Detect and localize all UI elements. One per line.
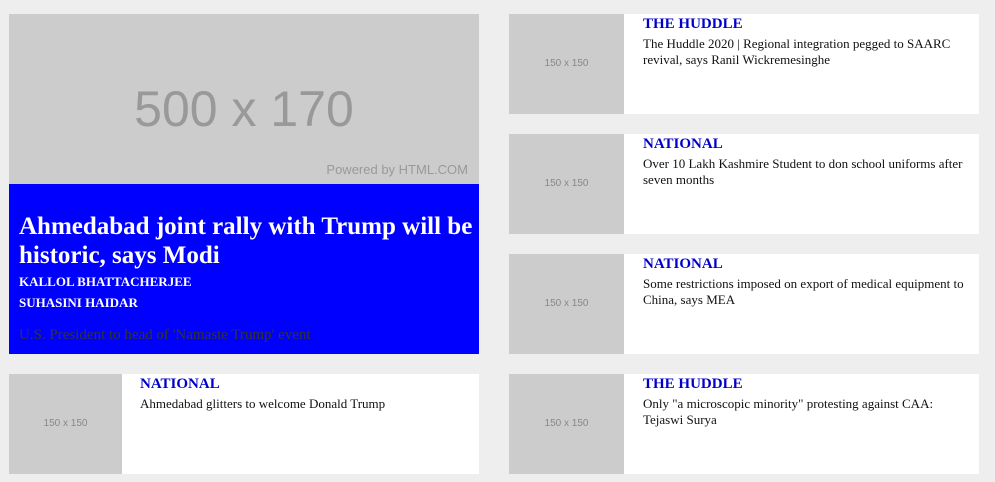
thumbnail-size-label: 150 x 150 xyxy=(544,298,589,309)
story-category-link[interactable]: NATIONAL xyxy=(643,136,723,153)
story-category-link[interactable]: THE HUDDLE xyxy=(643,16,743,33)
story-thumbnail[interactable]: 150 x 150 xyxy=(9,374,122,474)
story-thumbnail[interactable]: 150 x 150 xyxy=(509,134,624,234)
story-category-link[interactable]: NATIONAL xyxy=(140,376,220,393)
story-thumbnail[interactable]: 150 x 150 xyxy=(509,374,624,474)
story-card[interactable]: 150 x 150 THE HUDDLE Only "a microscopic… xyxy=(509,374,979,474)
thumbnail-size-label: 150 x 150 xyxy=(544,58,589,69)
story-headline-link[interactable]: Only "a microscopic minority" protesting… xyxy=(643,396,968,428)
story-headline-link[interactable]: Ahmedabad glitters to welcome Donald Tru… xyxy=(140,396,465,412)
story-headline-link[interactable]: The Huddle 2020 | Regional integration p… xyxy=(643,36,968,68)
thumbnail-size-label: 150 x 150 xyxy=(43,418,88,429)
story-headline-link[interactable]: Some restrictions imposed on export of m… xyxy=(643,276,968,308)
thumbnail-size-label: 150 x 150 xyxy=(544,178,589,189)
story-category-link[interactable]: NATIONAL xyxy=(643,256,723,273)
featured-author-link[interactable]: KALLOL BHATTACHERJEE xyxy=(19,274,192,290)
featured-image-size-label: 500 x 170 xyxy=(134,81,354,137)
featured-image-placeholder[interactable]: 500 x 170 Powered by HTML.COM xyxy=(9,14,479,184)
featured-author-link[interactable]: SUHASINI HAIDAR xyxy=(19,295,138,311)
story-thumbnail[interactable]: 150 x 150 xyxy=(509,254,624,354)
featured-headline-link[interactable]: Ahmedabad joint rally with Trump will be… xyxy=(19,212,479,270)
thumbnail-size-label: 150 x 150 xyxy=(544,418,589,429)
featured-summary: U.S. President to head of 'Namaste Trump… xyxy=(19,327,311,343)
story-category-link[interactable]: THE HUDDLE xyxy=(643,376,743,393)
story-thumbnail[interactable]: 150 x 150 xyxy=(509,14,624,114)
featured-story-card[interactable]: 500 x 170 Powered by HTML.COM Ahmedabad … xyxy=(9,14,479,354)
story-headline-link[interactable]: Over 10 Lakh Kashmire Student to don sch… xyxy=(643,156,968,188)
story-card[interactable]: 150 x 150 NATIONAL Some restrictions imp… xyxy=(509,254,979,354)
story-card[interactable]: 150 x 150 NATIONAL Ahmedabad glitters to… xyxy=(9,374,479,474)
story-card[interactable]: 150 x 150 NATIONAL Over 10 Lakh Kashmire… xyxy=(509,134,979,234)
story-card[interactable]: 150 x 150 THE HUDDLE The Huddle 2020 | R… xyxy=(509,14,979,114)
featured-image-powered-by: Powered by HTML.COM xyxy=(326,162,468,177)
